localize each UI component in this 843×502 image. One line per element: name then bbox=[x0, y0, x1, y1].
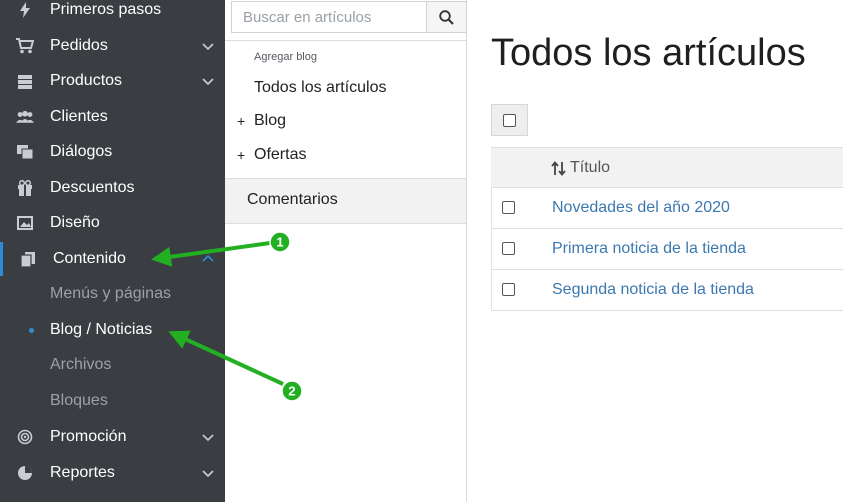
users-icon bbox=[16, 108, 34, 126]
pie-chart-icon bbox=[16, 464, 34, 482]
sidebar-item-label: Diseño bbox=[50, 214, 100, 231]
tree-item-blog[interactable]: Blog bbox=[254, 112, 286, 130]
comments-section: Comentarios bbox=[225, 178, 466, 224]
sidebar-item-clientes[interactable]: Clientes bbox=[0, 100, 225, 134]
sidebar-item-label: Reportes bbox=[50, 464, 115, 481]
main-sidebar: Primeros pasos Pedidos Productos Cliente… bbox=[0, 0, 225, 502]
table-header: Título bbox=[491, 147, 843, 188]
column-header-title: Título bbox=[570, 159, 611, 176]
row-checkbox[interactable] bbox=[502, 242, 515, 255]
page-title: Todos los artículos bbox=[491, 32, 806, 74]
tree-item-todos[interactable]: Todos los artículos bbox=[254, 79, 387, 97]
sidebar-item-reportes[interactable]: Reportes bbox=[0, 456, 225, 490]
sidebar-item-label: Contenido bbox=[53, 250, 126, 267]
sidebar-subitem-menus-paginas[interactable]: Menús y páginas bbox=[0, 277, 225, 311]
sidebar-subitem-label: Menús y páginas bbox=[50, 285, 171, 302]
chat-icon bbox=[16, 143, 34, 161]
tree-item-ofertas[interactable]: Ofertas bbox=[254, 146, 306, 164]
chevron-down-icon bbox=[202, 43, 214, 51]
sidebar-item-label: Productos bbox=[50, 72, 123, 89]
add-blog-link[interactable]: Agregar blog bbox=[254, 51, 317, 63]
article-title-link[interactable]: Novedades del año 2020 bbox=[552, 199, 730, 217]
row-checkbox[interactable] bbox=[502, 283, 515, 296]
row-checkbox[interactable] bbox=[502, 201, 515, 214]
chevron-up-icon bbox=[202, 254, 214, 262]
target-icon bbox=[16, 428, 34, 446]
sidebar-item-dialogos[interactable]: Diálogos bbox=[0, 135, 225, 169]
sidebar-subitem-label: Archivos bbox=[50, 356, 112, 373]
sidebar-item-contenido[interactable]: Contenido bbox=[0, 242, 225, 276]
sidebar-subitem-label: Blog / Noticias bbox=[50, 321, 153, 338]
article-title-link[interactable]: Segunda noticia de la tienda bbox=[552, 281, 754, 299]
sidebar-item-promocion[interactable]: Promoción bbox=[0, 420, 225, 454]
sidebar-item-label: Primeros pasos bbox=[50, 1, 162, 18]
gift-icon bbox=[16, 179, 34, 197]
bulk-select[interactable] bbox=[491, 104, 528, 136]
chevron-down-icon bbox=[202, 470, 214, 478]
expand-plus-icon[interactable]: + bbox=[237, 113, 245, 129]
divider bbox=[225, 40, 466, 41]
current-page-dot bbox=[29, 327, 34, 333]
chevron-down-icon bbox=[202, 434, 214, 442]
search-button[interactable] bbox=[426, 1, 467, 33]
sidebar-item-diseno[interactable]: Diseño bbox=[0, 206, 225, 240]
sort-title-header[interactable]: Título bbox=[551, 159, 610, 177]
cart-icon bbox=[16, 37, 34, 55]
box-icon bbox=[16, 72, 34, 90]
sidebar-item-label: Diálogos bbox=[50, 143, 113, 160]
sort-icon bbox=[551, 160, 566, 176]
table-row: Primera noticia de la tienda bbox=[491, 229, 843, 270]
comments-link[interactable]: Comentarios bbox=[247, 191, 338, 209]
search-icon bbox=[439, 9, 454, 25]
sidebar-item-descuentos[interactable]: Descuentos bbox=[0, 171, 225, 205]
sidebar-item-label: Descuentos bbox=[50, 179, 135, 196]
table-row: Segunda noticia de la tienda bbox=[491, 270, 843, 311]
select-all-checkbox[interactable] bbox=[503, 113, 516, 127]
main-content: Todos los artículos Título Novedades del… bbox=[472, 0, 843, 502]
sidebar-item-label: Clientes bbox=[50, 108, 108, 125]
article-search bbox=[231, 1, 467, 33]
sidebar-item-productos[interactable]: Productos bbox=[0, 64, 225, 98]
blog-navigation-panel: Agregar blog Todos los artículos + Blog … bbox=[225, 0, 467, 502]
chevron-down-icon bbox=[202, 78, 214, 86]
lightning-icon bbox=[16, 1, 34, 19]
sidebar-item-pedidos[interactable]: Pedidos bbox=[0, 29, 225, 63]
expand-plus-icon[interactable]: + bbox=[237, 147, 245, 163]
sidebar-subitem-label: Bloques bbox=[50, 392, 108, 409]
search-input[interactable] bbox=[231, 1, 426, 33]
sidebar-subitem-blog-noticias[interactable]: Blog / Noticias bbox=[0, 313, 225, 347]
sidebar-item-label: Promoción bbox=[50, 428, 127, 445]
article-title-link[interactable]: Primera noticia de la tienda bbox=[552, 240, 746, 258]
sidebar-item-primeros-pasos[interactable]: Primeros pasos bbox=[0, 0, 225, 27]
sidebar-subitem-bloques[interactable]: Bloques bbox=[0, 384, 225, 418]
image-icon bbox=[16, 214, 34, 232]
sidebar-subitem-archivos[interactable]: Archivos bbox=[0, 348, 225, 382]
sidebar-item-label: Pedidos bbox=[50, 37, 108, 54]
documents-icon bbox=[19, 250, 37, 268]
table-row: Novedades del año 2020 bbox=[491, 188, 843, 229]
